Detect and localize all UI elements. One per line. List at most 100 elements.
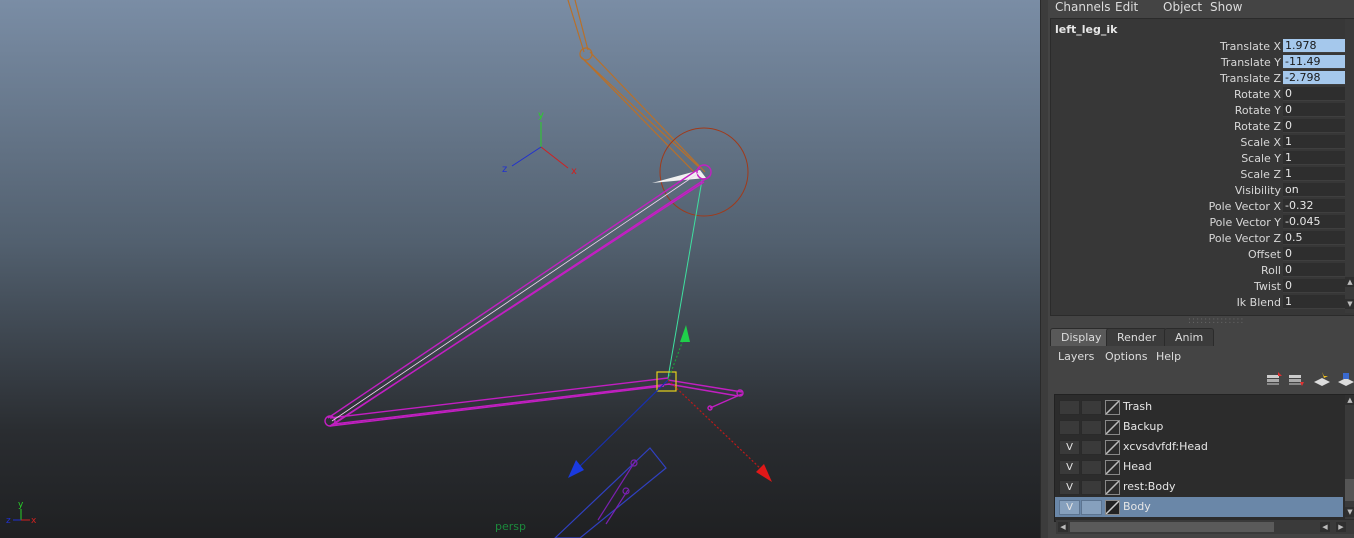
layer-down-icon[interactable] <box>1288 372 1304 386</box>
channel-label[interactable]: Rotate Z <box>1081 120 1281 133</box>
layer-row[interactable]: V Body <box>1055 497 1343 517</box>
layer-color-swatch[interactable] <box>1105 400 1120 415</box>
channel-value-field[interactable]: -0.045 <box>1283 215 1346 229</box>
object-name[interactable]: left_leg_ik <box>1055 23 1117 36</box>
layer-playback-toggle[interactable] <box>1081 500 1102 515</box>
channel-row[interactable]: Offset 0 <box>1051 247 1346 262</box>
channel-label[interactable]: Translate Y <box>1081 56 1281 69</box>
layer-playback-toggle[interactable] <box>1081 420 1102 435</box>
layer-up-icon[interactable] <box>1266 372 1282 386</box>
channel-row[interactable]: Scale Z1 <box>1051 167 1346 182</box>
scroll-up-icon[interactable]: ▲ <box>1345 395 1354 405</box>
channel-value-field[interactable]: 0 <box>1283 247 1346 261</box>
layer-list-scrollbar[interactable]: ▲ ▼ <box>1345 395 1354 519</box>
move-manipulator[interactable] <box>568 325 772 482</box>
channel-label[interactable]: Pole Vector Y <box>1081 216 1281 229</box>
layer-name[interactable]: rest:Body <box>1123 480 1176 493</box>
layer-visibility-toggle[interactable]: V <box>1059 500 1080 515</box>
layer-name[interactable]: Body <box>1123 500 1151 513</box>
scroll-left-icon[interactable]: ◀ <box>1058 522 1068 532</box>
menu-channels[interactable]: Channels <box>1055 0 1111 14</box>
channel-row[interactable]: Translate X 1.978 <box>1051 39 1346 54</box>
scene-view[interactable]: y x z y x z <box>0 0 1040 538</box>
leg-bone-chain[interactable] <box>324 164 744 427</box>
layer-name[interactable]: Trash <box>1123 400 1152 413</box>
layer-row[interactable]: Backup <box>1055 417 1343 437</box>
channel-value-field[interactable]: 0 <box>1283 279 1346 293</box>
new-layer-selected-icon[interactable] <box>1338 372 1354 386</box>
layer-name[interactable]: xcvsdvfdf:Head <box>1123 440 1208 453</box>
layer-color-swatch[interactable] <box>1105 440 1120 455</box>
channel-row[interactable]: Visibility on <box>1051 183 1346 198</box>
channel-value-field[interactable]: -0.32 <box>1283 199 1346 213</box>
layer-list-horizontal-scrollbar[interactable]: ◀ ◀ ▶ <box>1056 520 1354 534</box>
scroll-down-icon[interactable]: ▼ <box>1345 299 1354 309</box>
channel-row[interactable]: Rotate Z0 <box>1051 119 1346 134</box>
layer-row[interactable]: Vrest:Body <box>1055 477 1343 497</box>
channel-row[interactable]: Rotate Y0 <box>1051 103 1346 118</box>
channel-label[interactable]: Scale Y <box>1081 152 1281 165</box>
channel-row[interactable]: Translate Z -2.798 <box>1051 71 1346 86</box>
channel-row[interactable]: Ik Blend 1 <box>1051 295 1346 310</box>
channel-label[interactable]: Scale X <box>1081 136 1281 149</box>
layer-playback-toggle[interactable] <box>1081 440 1102 455</box>
channel-value-field[interactable]: -11.49 <box>1283 55 1346 69</box>
layer-visibility-toggle[interactable]: V <box>1059 460 1080 475</box>
horizontal-scroll-thumb[interactable] <box>1070 522 1274 532</box>
layer-playback-toggle[interactable] <box>1081 480 1102 495</box>
scroll-down-icon[interactable]: ▼ <box>1345 507 1354 517</box>
channel-label[interactable]: Ik Blend <box>1081 296 1281 309</box>
channel-value-field[interactable]: 1 <box>1283 135 1346 149</box>
perspective-viewport[interactable]: y x z y x z persp <box>0 0 1040 538</box>
channel-label[interactable]: Offset <box>1081 248 1281 261</box>
layer-name[interactable]: Backup <box>1123 420 1163 433</box>
channel-box-scrollbar[interactable]: ▲ ▼ <box>1345 19 1354 313</box>
menu-options[interactable]: Options <box>1105 350 1147 363</box>
foot-bones[interactable] <box>554 447 667 538</box>
channel-value-field[interactable]: 0 <box>1283 119 1346 133</box>
channel-value-field[interactable]: 1.978 <box>1283 39 1346 53</box>
layer-row[interactable]: Vxcvsdvfdf:Head <box>1055 437 1343 457</box>
layer-visibility-toggle[interactable] <box>1059 420 1080 435</box>
menu-help[interactable]: Help <box>1156 350 1181 363</box>
channel-value-field[interactable]: 1 <box>1283 151 1346 165</box>
channel-row[interactable]: Scale Y1 <box>1051 151 1346 166</box>
scroll-left-icon[interactable]: ◀ <box>1320 522 1330 532</box>
layer-visibility-toggle[interactable]: V <box>1059 440 1080 455</box>
menu-layers[interactable]: Layers <box>1058 350 1094 363</box>
channel-row[interactable]: Twist 0 <box>1051 279 1346 294</box>
channel-row[interactable]: Pole Vector X -0.32 <box>1051 199 1346 214</box>
tab-anim[interactable]: Anim <box>1164 328 1215 346</box>
channel-label[interactable]: Twist <box>1081 280 1281 293</box>
layer-row[interactable]: Trash <box>1055 397 1343 417</box>
upper-bone-chain[interactable] <box>567 0 706 177</box>
channel-row[interactable]: Pole Vector Z 0.5 <box>1051 231 1346 246</box>
new-layer-icon[interactable] <box>1314 372 1330 386</box>
channel-label[interactable]: Visibility <box>1081 184 1281 197</box>
menu-show[interactable]: Show <box>1210 0 1242 14</box>
channel-label[interactable]: Scale Z <box>1081 168 1281 181</box>
channel-value-field[interactable]: 0.5 <box>1283 231 1346 245</box>
menu-edit[interactable]: Edit <box>1115 0 1138 14</box>
channel-label[interactable]: Roll <box>1081 264 1281 277</box>
channel-row[interactable]: Translate Y -11.49 <box>1051 55 1346 70</box>
channel-value-field[interactable]: 1 <box>1283 295 1346 309</box>
layer-color-swatch[interactable] <box>1105 420 1120 435</box>
layer-color-swatch[interactable] <box>1105 480 1120 495</box>
scroll-right-icon[interactable]: ▶ <box>1336 522 1346 532</box>
layer-playback-toggle[interactable] <box>1081 400 1102 415</box>
channel-row[interactable]: Rotate X0 <box>1051 87 1346 102</box>
scroll-thumb[interactable] <box>1345 479 1354 501</box>
channel-value-field[interactable]: 1 <box>1283 167 1346 181</box>
tab-display[interactable]: Display <box>1050 328 1113 346</box>
menu-object[interactable]: Object <box>1163 0 1202 14</box>
channel-label[interactable]: Pole Vector Z <box>1081 232 1281 245</box>
channel-row[interactable]: Roll 0 <box>1051 263 1346 278</box>
channel-label[interactable]: Rotate X <box>1081 88 1281 101</box>
tab-render[interactable]: Render <box>1106 328 1168 346</box>
scroll-up-icon[interactable]: ▲ <box>1345 277 1354 287</box>
panel-resize-handle[interactable]: :::::::::::::: <box>1188 316 1244 326</box>
layer-color-swatch[interactable] <box>1105 460 1120 475</box>
layer-playback-toggle[interactable] <box>1081 460 1102 475</box>
layer-row[interactable]: V Head <box>1055 457 1343 477</box>
